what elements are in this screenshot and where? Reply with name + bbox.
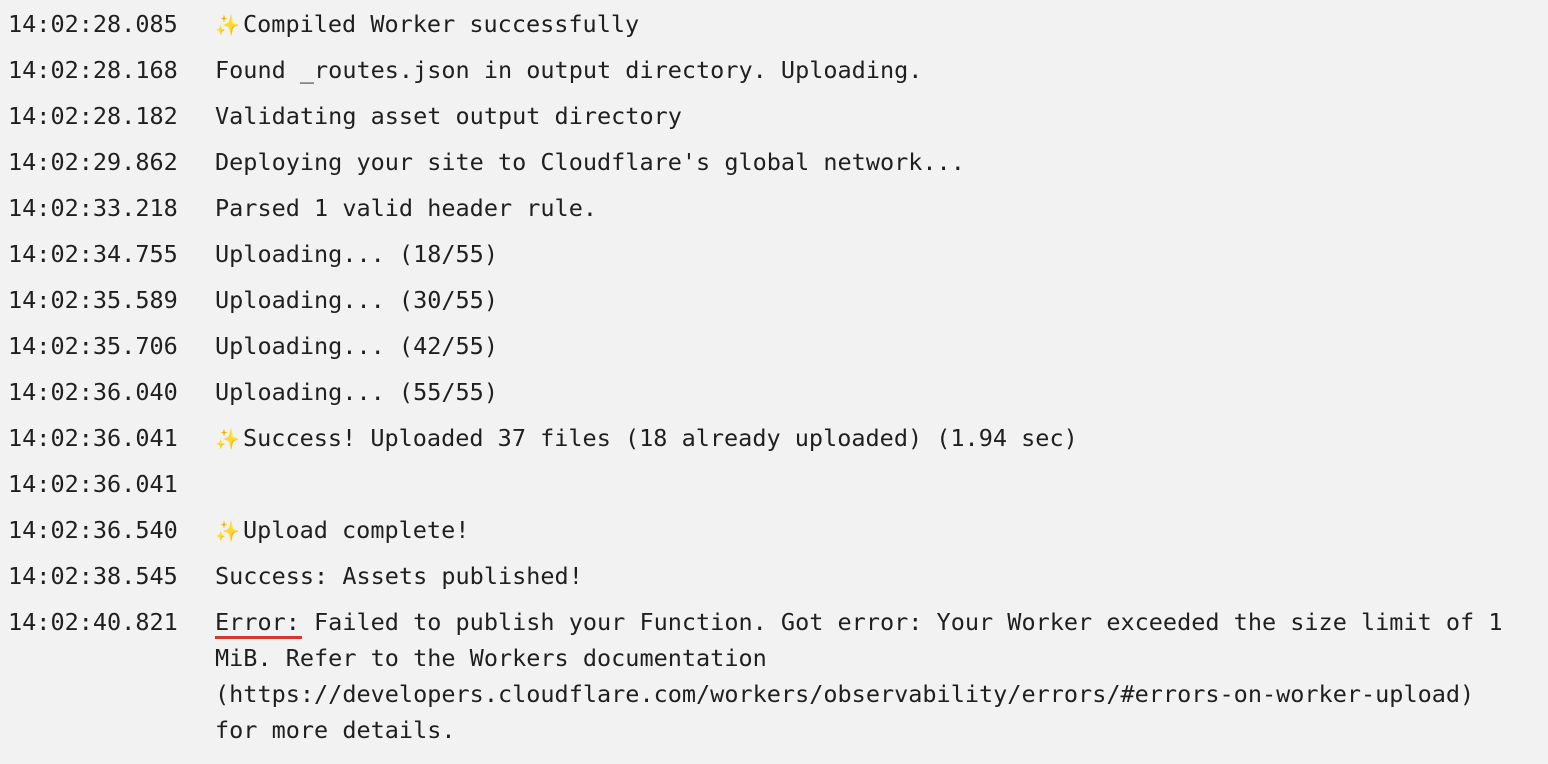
error-line-1: Error: Failed to publish your Function. … [215,604,1540,640]
log-timestamp: 14:02:28.085 [8,10,178,38]
log-timestamp: 14:02:28.182 [8,102,178,130]
log-timestamp: 14:02:36.041 [8,470,178,498]
log-text: Upload complete! [243,516,470,544]
log-text: Uploading... (42/55) [215,332,498,360]
log-timestamp: 14:02:36.040 [8,378,178,406]
log-text: Success: Assets published! [215,562,583,590]
log-text: Uploading... (18/55) [215,240,498,268]
log-text: Deploying your site to Cloudflare's glob… [215,148,965,176]
error-text: Failed to publish your Function. Got err… [299,608,1503,636]
error-message: Error: Failed to publish your Function. … [215,604,1540,748]
log-text: Uploading... (55/55) [215,378,498,406]
log-timestamp: 14:02:35.589 [8,286,178,314]
log-text: Found _routes.json in output directory. … [215,56,923,84]
log-timestamp: 14:02:29.862 [8,148,178,176]
log-timestamp: 14:02:38.545 [8,562,178,590]
log-timestamp: 14:02:28.168 [8,56,178,84]
log-text: Validating asset output directory [215,102,682,130]
log-text: Uploading... (30/55) [215,286,498,314]
log-timestamp: 14:02:36.041 [8,424,178,452]
log-text: Parsed 1 valid header rule. [215,194,598,222]
log-timestamp: 14:02:33.218 [8,194,178,222]
log-text: Compiled Worker successfully [243,10,640,38]
log-message: ✨ Upload complete! [215,512,469,549]
log-text: Success! Uploaded 37 files (18 already u… [243,424,1078,452]
log-message: ✨ Success! Uploaded 37 files (18 already … [215,420,1078,457]
log-message: ✨ Compiled Worker successfully [215,6,639,43]
log-timestamp: 14:02:34.755 [8,240,178,268]
error-line-4: for more details. [215,716,456,744]
deploy-log: 14:02:28.085 ✨ Compiled Worker successful… [0,0,1548,764]
error-line-3: (https://developers.cloudflare.com/worke… [215,680,1475,708]
error-line-2: MiB. Refer to the Workers documentation [215,644,767,672]
sparkles-icon: ✨ [215,519,240,543]
log-timestamp: 14:02:35.706 [8,332,178,360]
log-timestamp: 14:02:36.540 [8,516,178,544]
sparkles-icon: ✨ [215,13,240,37]
sparkles-icon: ✨ [215,427,240,451]
log-timestamp: 14:02:40.821 [8,608,178,636]
error-label: Error: [215,604,302,640]
